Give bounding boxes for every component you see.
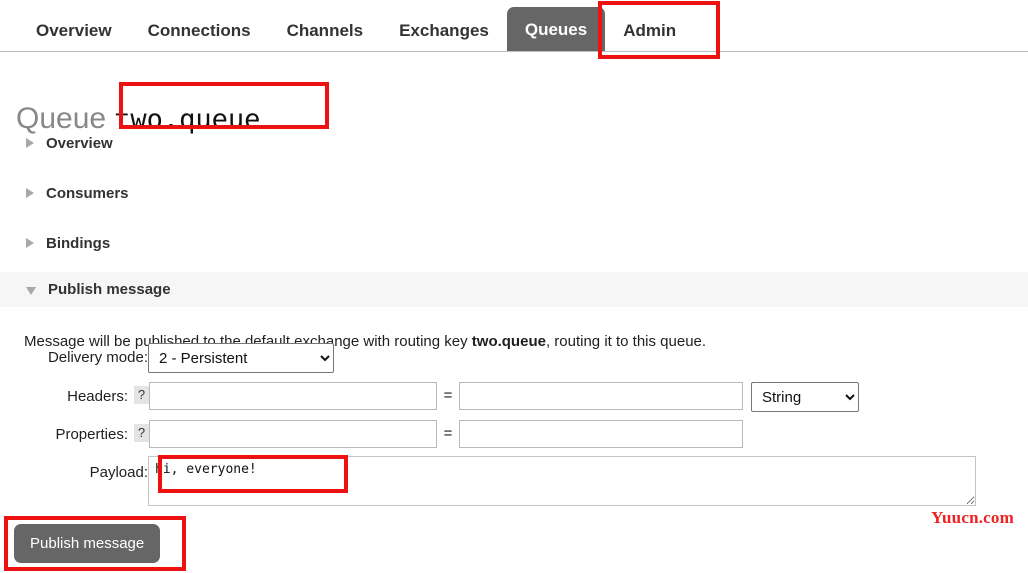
section-label-consumers: Consumers [46,184,129,202]
header-value-input[interactable] [459,382,743,410]
main-navigation: Overview Connections Channels Exchanges … [0,0,1028,52]
section-header-overview[interactable]: Overview [0,126,1028,160]
nav-tab-channels[interactable]: Channels [269,22,382,51]
payload-textarea[interactable] [148,456,976,506]
publish-message-button[interactable]: Publish message [14,524,161,563]
property-key-input[interactable] [149,420,437,448]
headers-help-icon[interactable]: ? [134,386,149,404]
section-label-overview: Overview [46,134,113,152]
payload-label: Payload: [89,464,148,481]
header-type-select[interactable]: String [751,382,859,412]
section-label-bindings: Bindings [46,234,111,252]
section-header-consumers[interactable]: Consumers [0,176,1028,210]
nav-tab-overview[interactable]: Overview [18,22,130,51]
header-key-input[interactable] [149,382,437,410]
watermark: Yuucn.com [931,508,1014,527]
delivery-mode-row: Delivery mode: 2 - Persistent [0,343,1028,373]
section-header-bindings[interactable]: Bindings [0,226,1028,260]
nav-tab-exchanges[interactable]: Exchanges [381,22,507,51]
triangle-right-icon [26,238,34,248]
property-value-input[interactable] [459,420,743,448]
nav-tab-connections[interactable]: Connections [130,22,269,51]
section-header-publish-message[interactable]: Publish message [0,272,1028,307]
properties-label: Properties: [55,426,128,443]
nav-list: Overview Connections Channels Exchanges … [18,0,694,51]
headers-equals-sign: = [443,387,453,404]
triangle-right-icon [26,188,34,198]
section-label-publish-message: Publish message [48,281,171,298]
nav-tab-queues[interactable]: Queues [506,7,606,51]
properties-help-icon[interactable]: ? [134,424,149,442]
headers-row: Headers: ? = String [0,382,1028,412]
headers-label: Headers: [67,388,128,405]
triangle-down-icon [26,287,36,295]
properties-row: Properties: ? = [0,420,1028,448]
properties-equals-sign: = [443,425,453,442]
triangle-right-icon [26,138,34,148]
delivery-mode-select[interactable]: 2 - Persistent [148,343,334,373]
payload-row: Payload: [0,456,1028,506]
nav-tab-admin[interactable]: Admin [605,22,694,51]
delivery-mode-label: Delivery mode: [47,349,148,366]
